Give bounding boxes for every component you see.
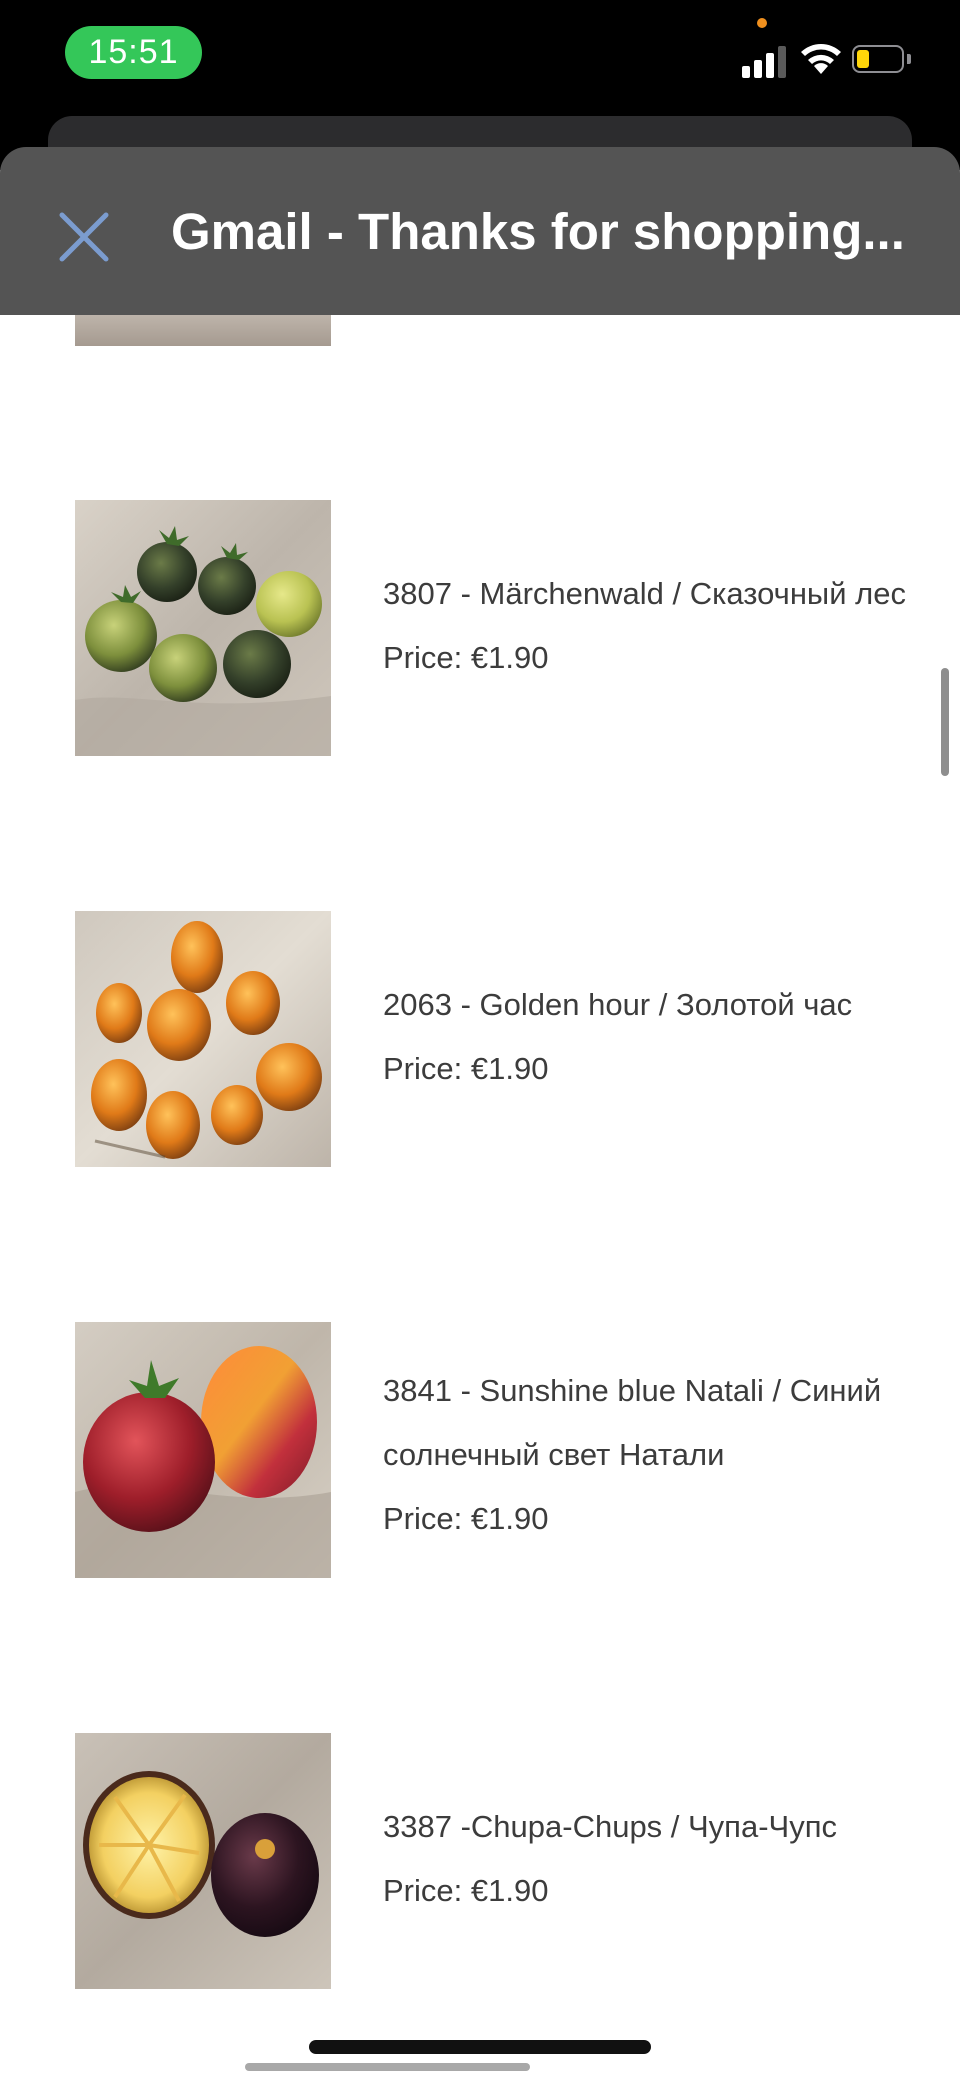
modal-header: Gmail - Thanks for shopping...	[0, 147, 960, 315]
product-image[interactable]	[75, 1733, 331, 1989]
product-title[interactable]: 2063 - Golden hour / Золотой час	[383, 973, 943, 1037]
product-info: 3387 -Chupa-Chups / Чупа-Чупс Price: €1.…	[383, 1795, 943, 1923]
product-title-line-1[interactable]: 3841 - Sunshine blue Natali / Синий	[383, 1359, 943, 1423]
product-price: Price: €1.90	[383, 1873, 549, 1908]
page-title: Gmail - Thanks for shopping...	[171, 203, 905, 260]
product-image[interactable]	[75, 1322, 331, 1578]
product-price: Price: €1.90	[383, 640, 549, 675]
product-title-line-2[interactable]: солнечный свет Натали	[383, 1423, 943, 1487]
product-price: Price: €1.90	[383, 1051, 549, 1086]
product-info: 3807 - Märchenwald / Сказочный лес Price…	[383, 562, 943, 690]
wifi-icon	[800, 40, 842, 76]
scrollbar[interactable]	[941, 668, 949, 776]
product-title[interactable]: 3387 -Chupa-Chups / Чупа-Чупс	[383, 1795, 943, 1859]
close-button[interactable]	[52, 205, 116, 269]
product-image[interactable]	[75, 500, 331, 756]
horizontal-scroll-indicator	[245, 2063, 530, 2071]
battery-low-icon	[852, 45, 914, 75]
product-title[interactable]: 3807 - Märchenwald / Сказочный лес	[383, 562, 943, 626]
email-screen: 3807 - Märchenwald / Сказочный лес Price…	[0, 0, 960, 2079]
status-time[interactable]: 15:51	[65, 26, 202, 79]
product-price: Price: €1.90	[383, 1501, 549, 1536]
close-icon	[59, 212, 109, 262]
product-image[interactable]	[75, 911, 331, 1167]
product-info: 2063 - Golden hour / Золотой час Price: …	[383, 973, 943, 1101]
privacy-indicator-dot	[757, 18, 767, 28]
product-info: 3841 - Sunshine blue Natali / Синий солн…	[383, 1359, 943, 1551]
home-indicator[interactable]	[309, 2040, 651, 2054]
cellular-signal-icon	[742, 42, 788, 78]
